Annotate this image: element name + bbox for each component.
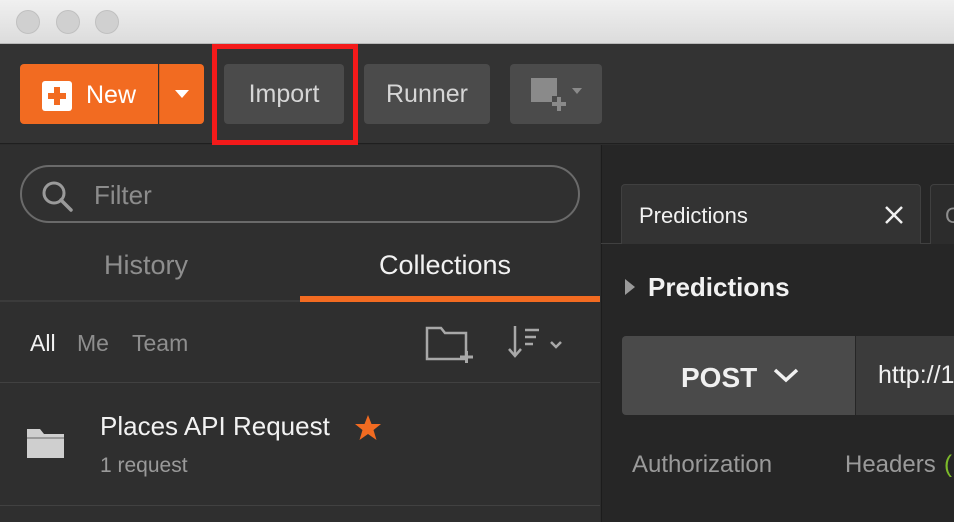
url-text: http://1 xyxy=(878,361,954,389)
method-select[interactable]: POST xyxy=(622,336,855,415)
tab-headers[interactable]: Headers xyxy=(845,451,936,479)
new-window-button[interactable] xyxy=(510,64,602,124)
chevron-down-icon xyxy=(175,90,189,98)
new-button[interactable]: New xyxy=(20,64,158,124)
request-name: Predictions xyxy=(648,272,790,302)
active-tab-indicator xyxy=(300,296,600,302)
method-label: POST xyxy=(681,362,758,393)
runner-button[interactable]: Runner xyxy=(364,64,490,124)
request-tab-2-label: C xyxy=(945,203,954,228)
sidebar-divider-bottom xyxy=(0,505,600,506)
headers-count: ( xyxy=(944,451,952,478)
folder-icon xyxy=(27,429,64,458)
new-dropdown-button[interactable] xyxy=(159,64,204,124)
new-window-icon xyxy=(531,78,582,112)
close-icon[interactable] xyxy=(884,205,904,225)
tab-collections[interactable]: Collections xyxy=(379,250,511,281)
request-tab-2[interactable]: C xyxy=(930,184,954,244)
plus-icon xyxy=(42,81,72,111)
runner-button-label: Runner xyxy=(386,80,468,108)
chevron-down-icon xyxy=(773,368,799,383)
collection-request-count: 1 request xyxy=(100,454,188,477)
star-icon[interactable] xyxy=(354,414,382,441)
tab-authorization[interactable]: Authorization xyxy=(632,451,772,479)
sort-icon[interactable] xyxy=(506,322,568,362)
collection-item[interactable] xyxy=(0,383,600,505)
url-input[interactable]: http://1 xyxy=(856,336,954,415)
filter-all[interactable]: All xyxy=(30,330,56,357)
tab-history[interactable]: History xyxy=(104,250,188,281)
search-icon xyxy=(42,181,73,212)
new-button-label: New xyxy=(86,81,137,109)
request-tab-predictions[interactable]: Predictions xyxy=(621,184,921,244)
window-titlebar xyxy=(0,0,954,44)
filter-me[interactable]: Me xyxy=(77,330,109,357)
filter-input[interactable]: Filter xyxy=(20,165,580,223)
filter-team[interactable]: Team xyxy=(132,330,188,357)
caret-right-icon[interactable] xyxy=(624,278,636,296)
collection-name: Places API Request xyxy=(100,411,330,441)
request-tab-label: Predictions xyxy=(639,203,748,228)
import-highlight-box xyxy=(212,44,358,145)
minimize-window-button[interactable] xyxy=(56,10,80,34)
zoom-window-button[interactable] xyxy=(95,10,119,34)
close-window-button[interactable] xyxy=(16,10,40,34)
new-collection-icon[interactable] xyxy=(424,322,478,364)
filter-placeholder: Filter xyxy=(94,180,152,210)
